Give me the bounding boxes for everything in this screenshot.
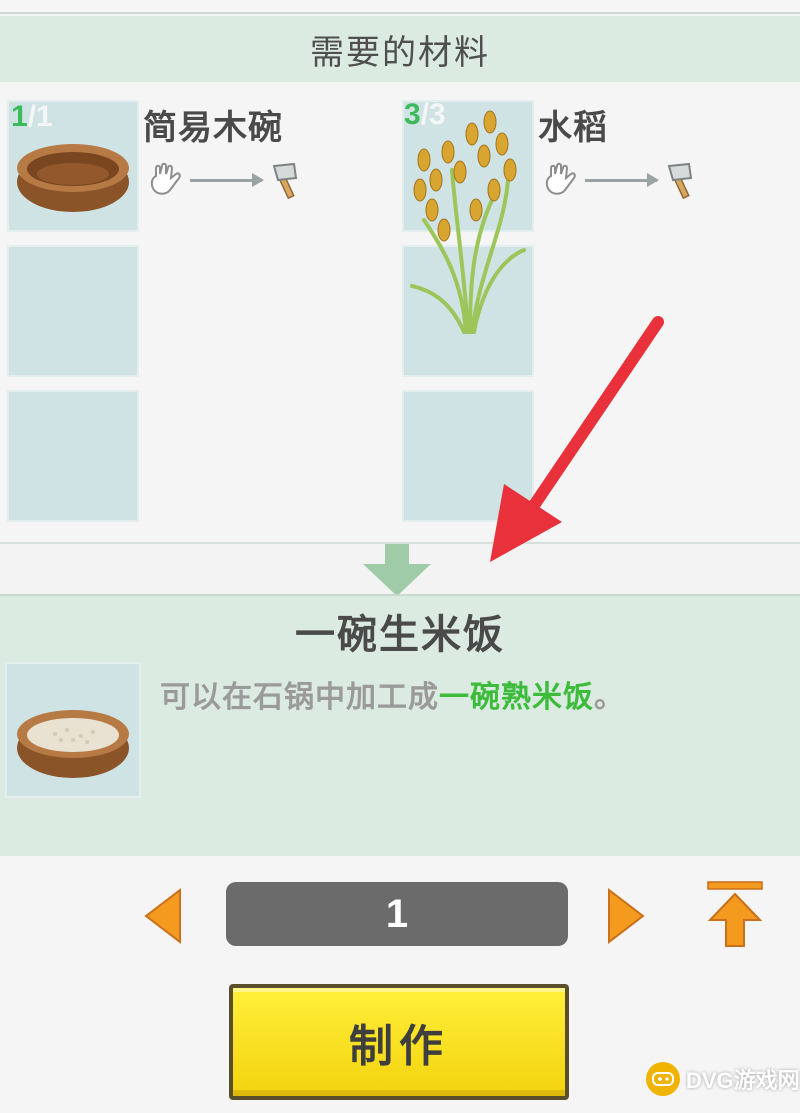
material-count: 1/1: [11, 100, 53, 133]
top-strip: [0, 0, 800, 14]
watermark: DVG游戏网: [646, 1062, 800, 1096]
material-slot-empty-1[interactable]: [7, 245, 139, 377]
watermark-text: DVG游戏网: [686, 1068, 800, 1093]
hand-gather-icon: [150, 162, 181, 195]
materials-panel: 1/1 简易木碗 3/3 水稻: [0, 82, 800, 542]
down-arrow-icon: [363, 544, 431, 596]
result-description: 可以在石锅中加工成一碗熟米饭。: [160, 680, 625, 715]
increase-quantity-button[interactable]: [605, 886, 647, 946]
max-quantity-button[interactable]: [704, 880, 766, 950]
material-count: 3/3: [404, 98, 446, 131]
material-name-rice: 水稻: [538, 108, 608, 148]
quantity-value: 1: [385, 891, 409, 936]
annotation-red-arrow-icon: [490, 316, 664, 562]
materials-header-title: 需要的材料: [310, 32, 490, 73]
make-button[interactable]: 制作: [229, 984, 569, 1100]
axe-icon: [667, 162, 693, 200]
hand-gather-icon: [545, 162, 576, 195]
material-slot-bowl[interactable]: 1/1: [7, 100, 139, 232]
material-slot-empty-2[interactable]: [7, 390, 139, 522]
axe-icon: [272, 162, 298, 200]
result-panel: 一碗生米饭 可以在石锅中加工成一碗熟米饭。: [0, 594, 800, 856]
rice-bowl-icon: [17, 710, 129, 778]
result-desc-highlight: 一碗熟米饭: [439, 680, 594, 715]
material-name-bowl: 简易木碗: [143, 108, 283, 148]
quantity-display: 1: [226, 882, 568, 946]
result-title: 一碗生米饭: [295, 612, 505, 658]
result-slot[interactable]: [5, 662, 141, 798]
decrease-quantity-button[interactable]: [142, 886, 184, 946]
gamepad-icon: [646, 1062, 680, 1096]
material-route-rice: [541, 160, 701, 200]
material-route-bowl: [146, 160, 306, 200]
make-button-label: 制作: [349, 1021, 449, 1072]
materials-header: 需要的材料: [0, 16, 800, 82]
